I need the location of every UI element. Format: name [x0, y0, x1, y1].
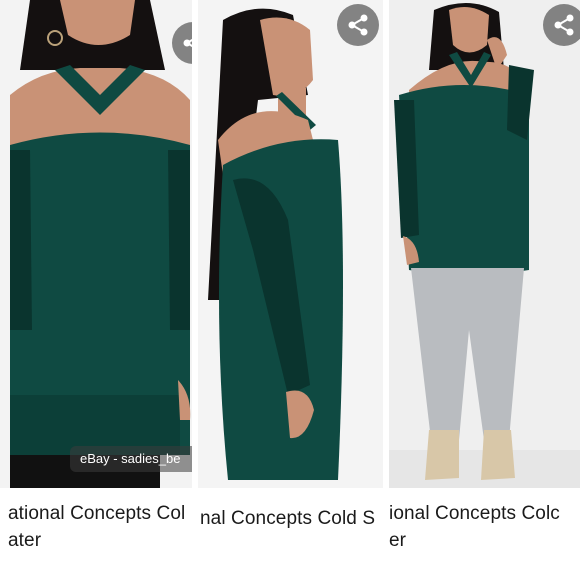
product-card-3[interactable]: ional Concepts Colc er [389, 0, 580, 580]
product-card-2[interactable]: nal Concepts Cold S [198, 0, 383, 580]
product-title-3[interactable]: ional Concepts Colc er [389, 488, 580, 580]
product-image-3[interactable] [389, 0, 580, 488]
product-card-1[interactable]: eBay - sadies_be ational Concepts Col at… [0, 0, 197, 580]
share-icon [348, 14, 368, 36]
product-title-line-1: nal Concepts Cold S [200, 508, 376, 529]
ebay-watermark: eBay - sadies_be [70, 446, 197, 472]
product-title-line-1: ional Concepts Colc [389, 503, 560, 524]
product-title-line-2: er [389, 530, 407, 551]
product-title-1[interactable]: ational Concepts Col ater [0, 488, 197, 580]
product-image-2[interactable] [198, 0, 383, 488]
share-icon [554, 14, 574, 36]
product-title-line-2: ater [8, 530, 42, 551]
share-button-2[interactable] [337, 4, 379, 46]
product-title-line-1: ational Concepts Col [8, 503, 186, 524]
product-photo-side-view [198, 0, 383, 488]
product-image-1[interactable]: eBay - sadies_be [0, 0, 197, 488]
product-photo-full-body [389, 0, 580, 488]
share-button-3[interactable] [543, 4, 580, 46]
product-photo-front-view [0, 0, 197, 488]
product-title-2[interactable]: nal Concepts Cold S [198, 488, 383, 580]
